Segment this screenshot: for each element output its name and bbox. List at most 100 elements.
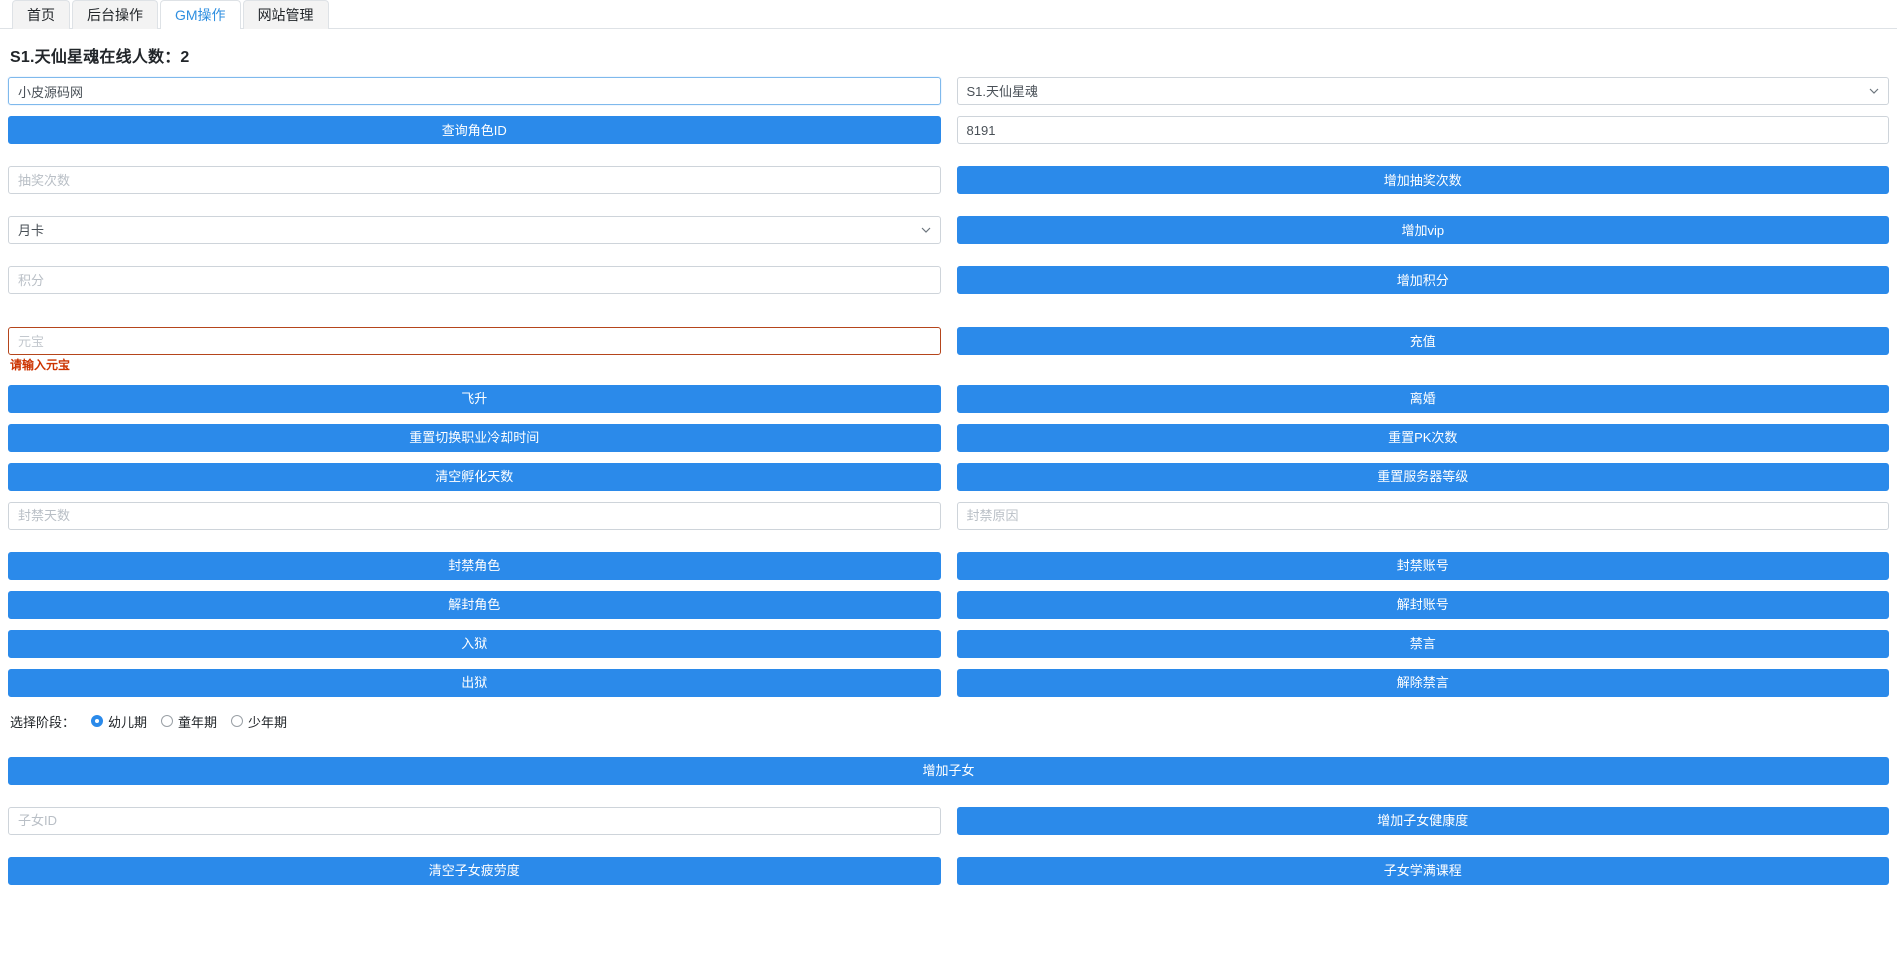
unban-account-cell: 解封账号: [956, 590, 1889, 619]
recharge-button[interactable]: 充值: [956, 327, 1889, 355]
account-input-cell: [8, 77, 941, 105]
unban-role-cell: 解封角色: [8, 590, 941, 619]
unmute-button[interactable]: 解除禁言: [956, 668, 1889, 697]
divorce-button[interactable]: 离婚: [956, 384, 1889, 413]
jail-button[interactable]: 入狱: [8, 629, 941, 658]
row-stage-radios: 选择阶段： 幼儿期 童年期 少年期: [8, 708, 1889, 735]
child-full-course-cell: 子女学满课程: [956, 856, 1889, 885]
ingot-input[interactable]: [8, 327, 941, 355]
child-id-input[interactable]: [8, 806, 941, 835]
ban-account-cell: 封禁账号: [956, 551, 1889, 580]
add-lottery-count-button[interactable]: 增加抽奖次数: [956, 166, 1889, 194]
query-role-id-button[interactable]: 查询角色ID: [8, 116, 941, 144]
row-ban-buttons: 封禁角色 封禁账号: [8, 551, 1889, 580]
reset-server-level-button[interactable]: 重置服务器等级: [956, 462, 1889, 491]
clear-child-fatigue-cell: 清空子女疲劳度: [8, 856, 941, 885]
unban-account-button[interactable]: 解封账号: [956, 590, 1889, 619]
role-id-input[interactable]: [956, 116, 1889, 144]
add-child-health-button[interactable]: 增加子女健康度: [956, 806, 1889, 835]
ban-role-cell: 封禁角色: [8, 551, 941, 580]
stage-group-label: 选择阶段：: [10, 714, 76, 730]
unmute-cell: 解除禁言: [956, 668, 1889, 697]
radio-dot-icon[interactable]: [161, 715, 174, 728]
ban-reason-input[interactable]: [956, 501, 1889, 530]
clear-child-fatigue-button[interactable]: 清空子女疲劳度: [8, 856, 941, 885]
row-ban-fields: [8, 501, 1889, 530]
row-jail-mute: 入狱 禁言: [8, 629, 1889, 658]
release-button[interactable]: 出狱: [8, 668, 941, 697]
reset-pk-count-cell: 重置PK次数: [956, 423, 1889, 452]
child-full-course-button[interactable]: 子女学满课程: [956, 856, 1889, 885]
row-lottery-count: 增加抽奖次数: [8, 166, 1889, 194]
server-select[interactable]: S1.天仙星魂: [956, 77, 1889, 105]
tab-home[interactable]: 首页: [12, 0, 70, 29]
clear-incubation-days-cell: 清空孵化天数: [8, 462, 941, 491]
vip-select-cell: 月卡: [8, 216, 941, 244]
row-vip: 月卡 增加vip: [8, 216, 1889, 244]
row-add-child: 增加子女: [8, 756, 1889, 785]
stage-radio-childhood[interactable]: 童年期: [161, 712, 217, 731]
lottery-count-input[interactable]: [8, 166, 941, 194]
add-points-button[interactable]: 增加积分: [956, 266, 1889, 294]
stage-radio-juvenile-label: 少年期: [248, 714, 288, 730]
account-input[interactable]: [8, 77, 941, 105]
divorce-cell: 离婚: [956, 384, 1889, 413]
stage-radio-group: 选择阶段： 幼儿期 童年期 少年期: [8, 708, 1889, 735]
ban-role-button[interactable]: 封禁角色: [8, 551, 941, 580]
ban-days-cell: [8, 501, 941, 530]
ban-account-button[interactable]: 封禁账号: [956, 551, 1889, 580]
radio-dot-icon[interactable]: [91, 715, 104, 728]
ingot-error-message: 请输入元宝: [10, 358, 71, 372]
main-tabbar: 首页 后台操作 GM操作 网站管理: [0, 0, 1897, 29]
page-title: S1.天仙星魂在线人数：2: [10, 49, 190, 66]
stage-radio-juvenile[interactable]: 少年期: [231, 712, 287, 731]
points-cell: [8, 266, 941, 294]
reset-pk-count-button[interactable]: 重置PK次数: [956, 423, 1889, 452]
unban-role-button[interactable]: 解封角色: [8, 590, 941, 619]
row-unban-buttons: 解封角色 解封账号: [8, 590, 1889, 619]
row-child-fatigue-course: 清空子女疲劳度 子女学满课程: [8, 856, 1889, 885]
ban-days-input[interactable]: [8, 501, 941, 530]
ascend-button[interactable]: 飞升: [8, 384, 941, 413]
ascend-cell: 飞升: [8, 384, 941, 413]
vip-select[interactable]: 月卡: [8, 216, 941, 244]
reset-server-level-cell: 重置服务器等级: [956, 462, 1889, 491]
tab-gm-operations[interactable]: GM操作: [160, 0, 241, 29]
add-points-cell: 增加积分: [956, 266, 1889, 294]
gm-form-container: S1.天仙星魂 查询角色ID 增加抽奖次数: [0, 77, 1897, 885]
row-release-unmute: 出狱 解除禁言: [8, 668, 1889, 697]
row-ascend-divorce: 飞升 离婚: [8, 384, 1889, 413]
tab-website-management[interactable]: 网站管理: [242, 0, 329, 29]
recharge-cell: 充值: [956, 327, 1889, 355]
row-child-id-health: 增加子女健康度: [8, 806, 1889, 835]
reset-job-cooldown-button[interactable]: 重置切换职业冷却时间: [8, 423, 941, 452]
add-vip-cell: 增加vip: [956, 216, 1889, 244]
tab-backend-operations[interactable]: 后台操作: [72, 0, 158, 29]
stage-radio-infant[interactable]: 幼儿期: [91, 712, 147, 731]
points-input[interactable]: [8, 266, 941, 294]
add-child-cell: 增加子女: [8, 756, 1889, 785]
radio-dot-icon[interactable]: [231, 715, 244, 728]
add-vip-button[interactable]: 增加vip: [956, 216, 1889, 244]
row-query-roleid: 查询角色ID: [8, 116, 1889, 144]
mute-cell: 禁言: [956, 629, 1889, 658]
add-child-button[interactable]: 增加子女: [8, 756, 1889, 785]
server-select-cell: S1.天仙星魂: [956, 77, 1889, 105]
ingot-cell: 请输入元宝: [8, 327, 941, 374]
row-ingot-recharge: 请输入元宝 充值: [8, 327, 1889, 374]
role-id-cell: [956, 116, 1889, 144]
clear-incubation-days-button[interactable]: 清空孵化天数: [8, 462, 941, 491]
stage-radio-infant-label: 幼儿期: [108, 714, 148, 730]
mute-button[interactable]: 禁言: [956, 629, 1889, 658]
row-points: 增加积分: [8, 266, 1889, 294]
stage-radio-childhood-label: 童年期: [178, 714, 218, 730]
row-reset-cooldown-pk: 重置切换职业冷却时间 重置PK次数: [8, 423, 1889, 452]
